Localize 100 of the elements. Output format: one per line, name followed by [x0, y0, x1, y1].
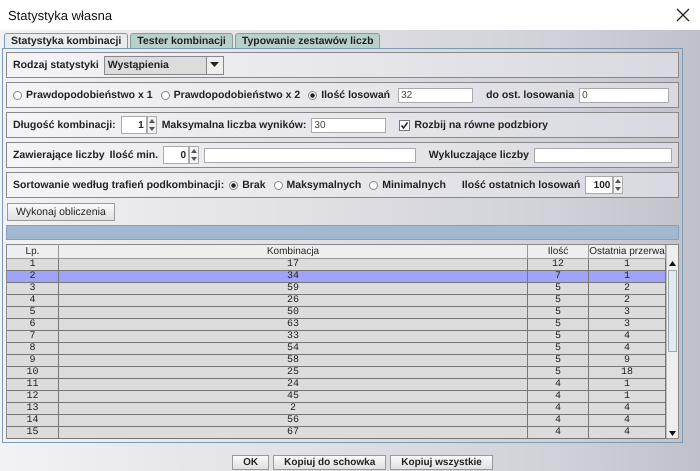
- radio-label[interactable]: Ilość losowań: [321, 89, 390, 101]
- compute-button[interactable]: Wykonaj obliczenia: [7, 203, 115, 221]
- table-cell: 24: [59, 379, 528, 391]
- table-cell: 58: [59, 355, 528, 367]
- table-cell: 12: [7, 391, 59, 403]
- spinner-down-icon[interactable]: [614, 185, 622, 193]
- table-cell: 12: [528, 259, 589, 271]
- scrollbar[interactable]: [666, 245, 678, 438]
- table-cell: 2: [7, 271, 59, 283]
- table-cell: 14: [7, 415, 59, 427]
- table-cell: 17: [59, 259, 528, 271]
- close-icon[interactable]: [676, 8, 690, 22]
- column-header[interactable]: Ilość: [528, 245, 589, 259]
- table-cell: 9: [7, 355, 59, 367]
- radio-label[interactable]: Brak: [242, 179, 266, 191]
- column-header[interactable]: Ostatnia przerwa: [589, 245, 666, 259]
- table-cell: 4: [7, 295, 59, 307]
- table-cell: 5: [528, 307, 589, 319]
- table-cell: 67: [59, 427, 528, 439]
- input-field[interactable]: [204, 148, 416, 162]
- table-cell: 4: [589, 415, 666, 427]
- scroll-up-icon[interactable]: [668, 259, 677, 268]
- statistic-dropdown[interactable]: Wystąpienia: [104, 56, 224, 74]
- field-label: Ilość min.: [110, 149, 158, 161]
- input-field[interactable]: 0: [579, 88, 670, 102]
- radio-label[interactable]: Maksymalnych: [286, 179, 362, 191]
- table-cell: 7: [7, 331, 59, 343]
- spinner-down-icon[interactable]: [148, 125, 156, 133]
- table-cell: 54: [59, 343, 528, 355]
- radio-button[interactable]: [308, 90, 318, 100]
- spinner-up-icon[interactable]: [614, 177, 622, 185]
- table-cell: 56: [59, 415, 528, 427]
- scroll-down-icon[interactable]: [668, 429, 677, 438]
- table-cell: 4: [528, 427, 589, 439]
- checkbox[interactable]: [399, 120, 410, 130]
- tab[interactable]: Tester kombinacji: [130, 33, 233, 48]
- table-cell: 4: [528, 391, 589, 403]
- field-label: Ilość ostatnich losowań: [462, 179, 580, 191]
- field-label: do ost. losowania: [486, 89, 574, 101]
- radio-label[interactable]: Prawdopodobieństwo x 1: [26, 89, 153, 101]
- table-cell: 45: [59, 391, 528, 403]
- number-field[interactable]: 1: [120, 116, 147, 134]
- input-field[interactable]: 30: [311, 118, 386, 132]
- radio-label[interactable]: Prawdopodobieństwo x 2: [174, 89, 300, 101]
- table-cell: 5: [528, 331, 589, 343]
- table-cell: 18: [589, 367, 666, 379]
- checkbox-label[interactable]: Rozbij na równe podzbiory: [414, 119, 548, 131]
- field-label: Zawierające liczby: [13, 149, 105, 161]
- table-cell: 25: [59, 367, 528, 379]
- table-cell: 6: [7, 319, 59, 331]
- radio-button[interactable]: [229, 180, 238, 190]
- column-header[interactable]: Lp.: [7, 245, 59, 259]
- table-cell: 9: [589, 355, 666, 367]
- spinner-up-icon[interactable]: [148, 117, 156, 125]
- table-cell: 1: [7, 259, 59, 271]
- table-cell: 2: [589, 283, 666, 295]
- column-header[interactable]: Kombinacja: [59, 245, 528, 259]
- table-cell: 5: [528, 343, 589, 355]
- dialog-button[interactable]: OK: [232, 455, 270, 470]
- dialog-button[interactable]: Kopiuj do schowka: [273, 455, 386, 470]
- input-field[interactable]: 32: [398, 88, 474, 102]
- table-cell: 5: [528, 319, 589, 331]
- radio-button[interactable]: [13, 90, 22, 100]
- tab[interactable]: Statystyka kombinacji: [4, 33, 128, 48]
- radio-label[interactable]: Minimalnych: [382, 179, 446, 191]
- input-field[interactable]: [534, 148, 672, 162]
- table-cell: 5: [528, 283, 589, 295]
- table-cell: 4: [589, 403, 666, 415]
- table-cell: 33: [59, 331, 528, 343]
- field-label: Sortowanie według trafień podkombinacji:: [13, 179, 224, 191]
- number-field[interactable]: 100: [585, 176, 614, 194]
- table-cell: 4: [528, 403, 589, 415]
- table-cell: 1: [589, 271, 666, 283]
- table-cell: 5: [528, 295, 589, 307]
- table-cell: 5: [528, 355, 589, 367]
- radio-button[interactable]: [369, 180, 378, 190]
- tab[interactable]: Typowanie zestawów liczb: [234, 33, 380, 48]
- table-cell: 5: [528, 367, 589, 379]
- field-label: Maksymalna liczba wyników:: [162, 119, 306, 131]
- table-cell: 50: [59, 307, 528, 319]
- table-cell: 15: [7, 427, 59, 439]
- table-cell: 8: [7, 343, 59, 355]
- table-cell: 34: [59, 271, 528, 283]
- field-label: Długość kombinacji:: [13, 119, 116, 131]
- spinner-up-icon[interactable]: [190, 147, 198, 155]
- radio-button[interactable]: [274, 180, 283, 190]
- scroll-thumb[interactable]: [668, 270, 677, 352]
- table-cell: 4: [589, 343, 666, 355]
- number-field[interactable]: 0: [163, 146, 190, 164]
- table-cell: 59: [59, 283, 528, 295]
- field-label: Rodzaj statystyki: [13, 59, 99, 71]
- dialog-button[interactable]: Kopiuj wszystkie: [390, 455, 493, 470]
- table-cell: 7: [528, 271, 589, 283]
- table-cell: 1: [589, 259, 666, 271]
- table-cell: 63: [59, 319, 528, 331]
- table-cell: 3: [589, 319, 666, 331]
- radio-button[interactable]: [160, 90, 170, 100]
- dropdown-arrow-icon[interactable]: [210, 62, 220, 68]
- table-cell: 4: [528, 415, 589, 427]
- spinner-down-icon[interactable]: [190, 155, 198, 163]
